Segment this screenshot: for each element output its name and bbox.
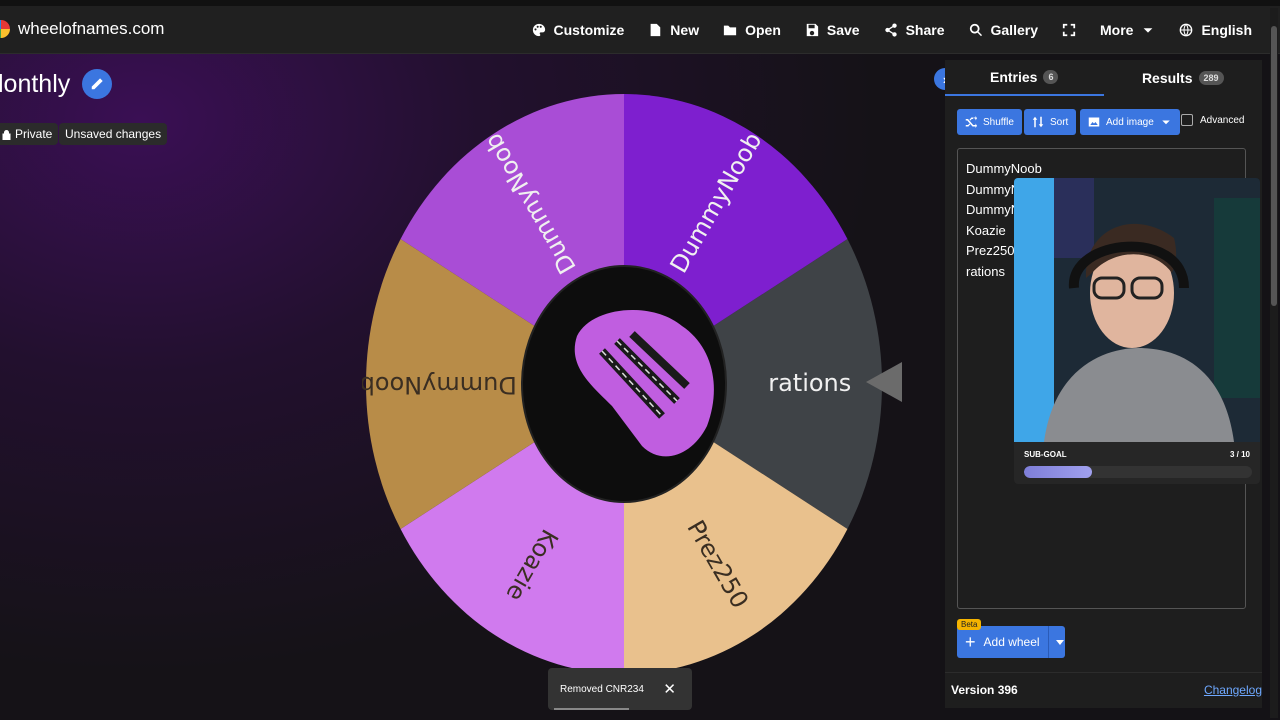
shuffle-label: Shuffle bbox=[983, 116, 1014, 128]
advanced-toggle[interactable]: Advanced bbox=[1181, 114, 1244, 126]
sort-button[interactable]: Sort bbox=[1024, 109, 1077, 135]
plus-icon: + bbox=[965, 632, 976, 652]
customize-button[interactable]: Customize bbox=[520, 6, 637, 54]
wheel[interactable]: rations Prez250 Koazie DummyNoob DummyNoob Du… bbox=[360, 86, 882, 676]
palette-icon bbox=[532, 23, 545, 37]
fullscreen-button[interactable] bbox=[1050, 6, 1088, 54]
changelog-link[interactable]: Changelog bbox=[1204, 683, 1262, 697]
fullscreen-icon bbox=[1062, 23, 1076, 37]
privacy-chip[interactable]: Private bbox=[0, 123, 59, 145]
subgoal-progress-track bbox=[1024, 466, 1252, 478]
webcam-overlay: SUB-GOAL 3 / 10 bbox=[1014, 178, 1260, 484]
wheel-pointer bbox=[866, 362, 902, 402]
wheel-segment-label: DummyNoob bbox=[362, 371, 517, 399]
scrollbar-thumb[interactable] bbox=[1271, 26, 1277, 306]
gallery-button[interactable]: Gallery bbox=[957, 6, 1050, 54]
open-button[interactable]: Open bbox=[711, 6, 793, 54]
panel-footer: Version 396 Changelog bbox=[945, 672, 1262, 708]
close-icon[interactable]: ✕ bbox=[663, 680, 676, 698]
tab-entries-label: Entries bbox=[990, 69, 1038, 85]
logo-icon bbox=[0, 20, 10, 38]
share-label: Share bbox=[905, 22, 945, 38]
tab-results[interactable]: Results 289 bbox=[1104, 60, 1263, 96]
new-button[interactable]: New bbox=[636, 6, 711, 54]
new-label: New bbox=[670, 22, 700, 38]
subgoal-widget: SUB-GOAL 3 / 10 bbox=[1014, 442, 1260, 484]
wheel-svg[interactable]: rationsPrez250KoazieDummyNoobDummyNoob Du… bbox=[360, 86, 882, 676]
pencil-icon bbox=[91, 78, 103, 90]
more-button[interactable]: More bbox=[1088, 6, 1167, 54]
chevron-down-icon bbox=[1162, 120, 1170, 125]
save-button[interactable]: Save bbox=[793, 6, 872, 54]
wheel-segment-label: rations bbox=[768, 369, 851, 397]
unsaved-label: Unsaved changes bbox=[65, 127, 162, 141]
language-button[interactable]: English bbox=[1167, 6, 1264, 54]
save-label: Save bbox=[826, 22, 860, 38]
lock-icon bbox=[2, 129, 11, 140]
unsaved-chip: Unsaved changes bbox=[59, 123, 168, 145]
language-label: English bbox=[1201, 22, 1252, 38]
logo-text: wheelofnames.com bbox=[18, 19, 165, 38]
entry-line: DummyNoob bbox=[966, 161, 1042, 176]
save-icon bbox=[806, 23, 818, 37]
privacy-label: Private bbox=[15, 127, 53, 141]
add-wheel-button[interactable]: + Add wheel bbox=[957, 626, 1065, 658]
version-text: Version 396 bbox=[951, 683, 1018, 697]
image-icon bbox=[1088, 117, 1100, 127]
toast-notification: Removed CNR234 ✕ bbox=[548, 668, 692, 710]
header-menu: Customize New Open Save Share Gallery Mo… bbox=[520, 6, 1265, 54]
beta-badge: Beta bbox=[957, 619, 982, 630]
more-label: More bbox=[1099, 22, 1134, 38]
shuffle-icon bbox=[965, 116, 977, 128]
wheel-title: lonthly bbox=[0, 70, 71, 98]
advanced-label: Advanced bbox=[1200, 114, 1245, 126]
results-count-badge: 289 bbox=[1198, 71, 1224, 85]
globe-icon bbox=[1180, 23, 1193, 37]
chevron-down-icon bbox=[1144, 28, 1153, 33]
shuffle-button[interactable]: Shuffle bbox=[957, 109, 1022, 135]
subgoal-progress-fill bbox=[1024, 466, 1093, 478]
panel-tabs: Entries 6 Results 289 bbox=[945, 60, 1262, 96]
add-wheel-label: Add wheel bbox=[983, 635, 1040, 649]
advanced-checkbox[interactable] bbox=[1181, 114, 1193, 126]
add-image-button[interactable]: Add image bbox=[1080, 109, 1180, 135]
search-icon bbox=[969, 23, 982, 37]
file-icon bbox=[650, 23, 661, 37]
share-button[interactable]: Share bbox=[872, 6, 957, 54]
toast-message: Removed CNR234 bbox=[560, 683, 644, 695]
subgoal-value: 3 / 10 bbox=[1229, 450, 1250, 459]
tab-results-label: Results bbox=[1141, 70, 1193, 86]
sort-label: Sort bbox=[1050, 116, 1069, 128]
sort-icon bbox=[1032, 116, 1044, 128]
button-divider bbox=[1047, 626, 1049, 658]
share-icon bbox=[884, 23, 897, 37]
chevron-down-icon[interactable] bbox=[1055, 639, 1064, 645]
add-image-label: Add image bbox=[1106, 116, 1154, 128]
toast-timer-bar bbox=[554, 708, 629, 710]
page-scrollbar[interactable] bbox=[1270, 8, 1278, 718]
top-navbar: wheelofnames.com Customize New Open Save… bbox=[0, 0, 1280, 54]
streamer-image bbox=[1014, 178, 1260, 442]
entries-count-badge: 6 bbox=[1043, 70, 1059, 84]
gallery-label: Gallery bbox=[990, 22, 1038, 38]
customize-label: Customize bbox=[553, 22, 625, 38]
open-label: Open bbox=[745, 22, 781, 38]
tab-entries[interactable]: Entries 6 bbox=[945, 60, 1104, 96]
subgoal-label: SUB-GOAL bbox=[1024, 450, 1067, 459]
logo[interactable]: wheelofnames.com bbox=[0, 19, 164, 39]
edit-title-button[interactable] bbox=[82, 69, 112, 99]
folder-icon bbox=[723, 25, 737, 36]
